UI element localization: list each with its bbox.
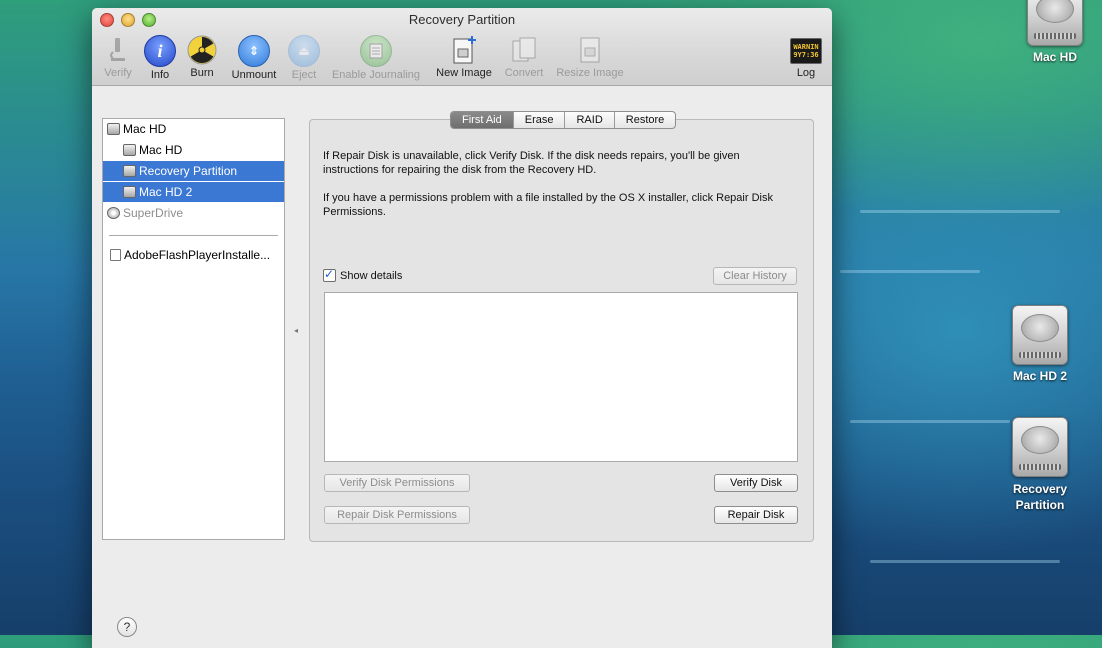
microscope-icon bbox=[103, 35, 133, 65]
log-label: Log bbox=[796, 67, 816, 79]
verify-button[interactable]: Verify bbox=[100, 35, 136, 79]
sidebar-item-mac-hd-2[interactable]: Mac HD 2 bbox=[103, 182, 284, 202]
permissions-instructions: If you have a permissions problem with a… bbox=[323, 192, 773, 218]
resize-image-icon bbox=[575, 35, 605, 65]
sidebar-item-label: Mac HD bbox=[123, 122, 167, 136]
clear-history-button[interactable]: Clear History bbox=[713, 267, 797, 285]
wallpaper-wave bbox=[840, 270, 980, 273]
tab-restore[interactable]: Restore bbox=[615, 112, 676, 128]
burn-label: Burn bbox=[190, 67, 214, 79]
new-image-icon bbox=[449, 35, 479, 65]
first-aid-instructions: If Repair Disk is unavailable, click Ver… bbox=[323, 150, 740, 176]
hard-disk-icon bbox=[107, 123, 120, 135]
disk-list-sidebar: Mac HD Mac HD Recovery Partition Mac HD … bbox=[102, 118, 285, 540]
info-button[interactable]: i Info bbox=[144, 35, 176, 81]
sidebar-item-label: SuperDrive bbox=[123, 206, 184, 220]
convert-button[interactable]: Convert bbox=[500, 35, 548, 79]
journal-icon bbox=[360, 35, 392, 67]
tab-first-aid[interactable]: First Aid bbox=[451, 112, 514, 128]
convert-label: Convert bbox=[504, 67, 544, 79]
desktop-icon-mac-hd-2[interactable]: Mac HD 2 bbox=[995, 305, 1085, 383]
wallpaper-wave bbox=[850, 420, 1010, 423]
title-bar[interactable]: Recovery Partition Verify i Info Burn ⇕ bbox=[92, 8, 832, 86]
sidebar-item-label: Recovery Partition bbox=[139, 164, 238, 178]
toolbar: Verify i Info Burn ⇕ Unmount ⏏ Eject Ena… bbox=[92, 35, 832, 85]
verify-disk-button[interactable]: Verify Disk bbox=[714, 474, 798, 492]
tab-erase[interactable]: Erase bbox=[514, 112, 566, 128]
desktop-icon-label: Mac HD 2 bbox=[1012, 369, 1068, 383]
hard-disk-icon bbox=[1012, 305, 1068, 365]
checkbox-checked-icon bbox=[323, 267, 336, 282]
desktop-icon-label: Mac HD bbox=[1032, 50, 1077, 64]
sidebar-item-recovery-partition[interactable]: Recovery Partition bbox=[103, 161, 284, 181]
log-icon-line: 9Y7:36 bbox=[793, 51, 819, 59]
unmount-icon: ⇕ bbox=[238, 35, 270, 67]
unmount-button[interactable]: ⇕ Unmount bbox=[228, 35, 280, 81]
volume-icon bbox=[123, 186, 136, 198]
eject-button[interactable]: ⏏ Eject bbox=[288, 35, 320, 81]
verify-label: Verify bbox=[104, 67, 132, 79]
sidebar-item-mac-hd-volume[interactable]: Mac HD bbox=[103, 140, 284, 160]
optical-disc-icon bbox=[107, 207, 120, 219]
repair-disk-permissions-button[interactable]: Repair Disk Permissions bbox=[324, 506, 470, 524]
log-icon-line: WARNIN bbox=[793, 43, 819, 51]
desktop-icon-mac-hd[interactable]: Mac HD bbox=[1010, 0, 1100, 64]
unmount-label: Unmount bbox=[231, 69, 277, 81]
enable-journaling-button[interactable]: Enable Journaling bbox=[328, 35, 424, 81]
show-details-checkbox[interactable]: Show details bbox=[323, 267, 403, 282]
repair-disk-button[interactable]: Repair Disk bbox=[714, 506, 798, 524]
radiation-icon bbox=[187, 35, 217, 65]
burn-button[interactable]: Burn bbox=[184, 35, 220, 79]
volume-icon bbox=[123, 165, 136, 177]
info-icon: i bbox=[144, 35, 176, 67]
sidebar-item-superdrive[interactable]: SuperDrive bbox=[103, 203, 284, 223]
desktop-icon-label: Recovery Partition bbox=[1012, 482, 1068, 512]
sidebar-item-disk-image[interactable]: AdobeFlashPlayerInstalle... bbox=[103, 245, 284, 265]
sidebar-divider bbox=[109, 235, 278, 236]
log-console-icon: WARNIN 9Y7:36 bbox=[790, 38, 822, 64]
verify-disk-permissions-button[interactable]: Verify Disk Permissions bbox=[324, 474, 470, 492]
convert-icon bbox=[509, 35, 539, 65]
resize-image-label: Resize Image bbox=[556, 67, 624, 79]
tab-bar: First Aid Erase RAID Restore bbox=[450, 111, 677, 129]
sidebar-item-label: AdobeFlashPlayerInstalle... bbox=[124, 248, 271, 262]
hard-disk-icon bbox=[1027, 0, 1083, 46]
volume-icon bbox=[123, 144, 136, 156]
sidebar-item-mac-hd-disk[interactable]: Mac HD bbox=[103, 119, 284, 139]
desktop-icon-recovery-partition[interactable]: Recovery Partition bbox=[995, 417, 1085, 513]
info-label: Info bbox=[150, 69, 170, 81]
wallpaper-wave bbox=[860, 210, 1060, 213]
resize-image-button[interactable]: Resize Image bbox=[552, 35, 628, 79]
hard-disk-icon bbox=[1012, 417, 1068, 477]
sidebar-item-label: Mac HD bbox=[139, 143, 183, 157]
wallpaper-wave bbox=[870, 560, 1060, 563]
details-log-area[interactable] bbox=[324, 292, 798, 462]
show-details-label: Show details bbox=[340, 269, 403, 282]
first-aid-pane: If Repair Disk is unavailable, click Ver… bbox=[309, 119, 814, 542]
new-image-button[interactable]: New Image bbox=[432, 35, 496, 79]
disk-utility-window: Recovery Partition Verify i Info Burn ⇕ bbox=[92, 8, 832, 648]
enable-journaling-label: Enable Journaling bbox=[331, 69, 421, 81]
eject-label: Eject bbox=[291, 69, 317, 81]
new-image-label: New Image bbox=[436, 67, 492, 79]
log-button[interactable]: WARNIN 9Y7:36 Log bbox=[789, 35, 823, 79]
help-button[interactable]: ? bbox=[117, 617, 137, 637]
split-view-handle[interactable]: ◂ bbox=[294, 326, 298, 335]
eject-icon: ⏏ bbox=[288, 35, 320, 67]
sidebar-item-label: Mac HD 2 bbox=[139, 185, 193, 199]
disk-image-icon bbox=[110, 249, 121, 261]
window-title: Recovery Partition bbox=[408, 12, 516, 27]
tab-raid[interactable]: RAID bbox=[565, 112, 615, 128]
